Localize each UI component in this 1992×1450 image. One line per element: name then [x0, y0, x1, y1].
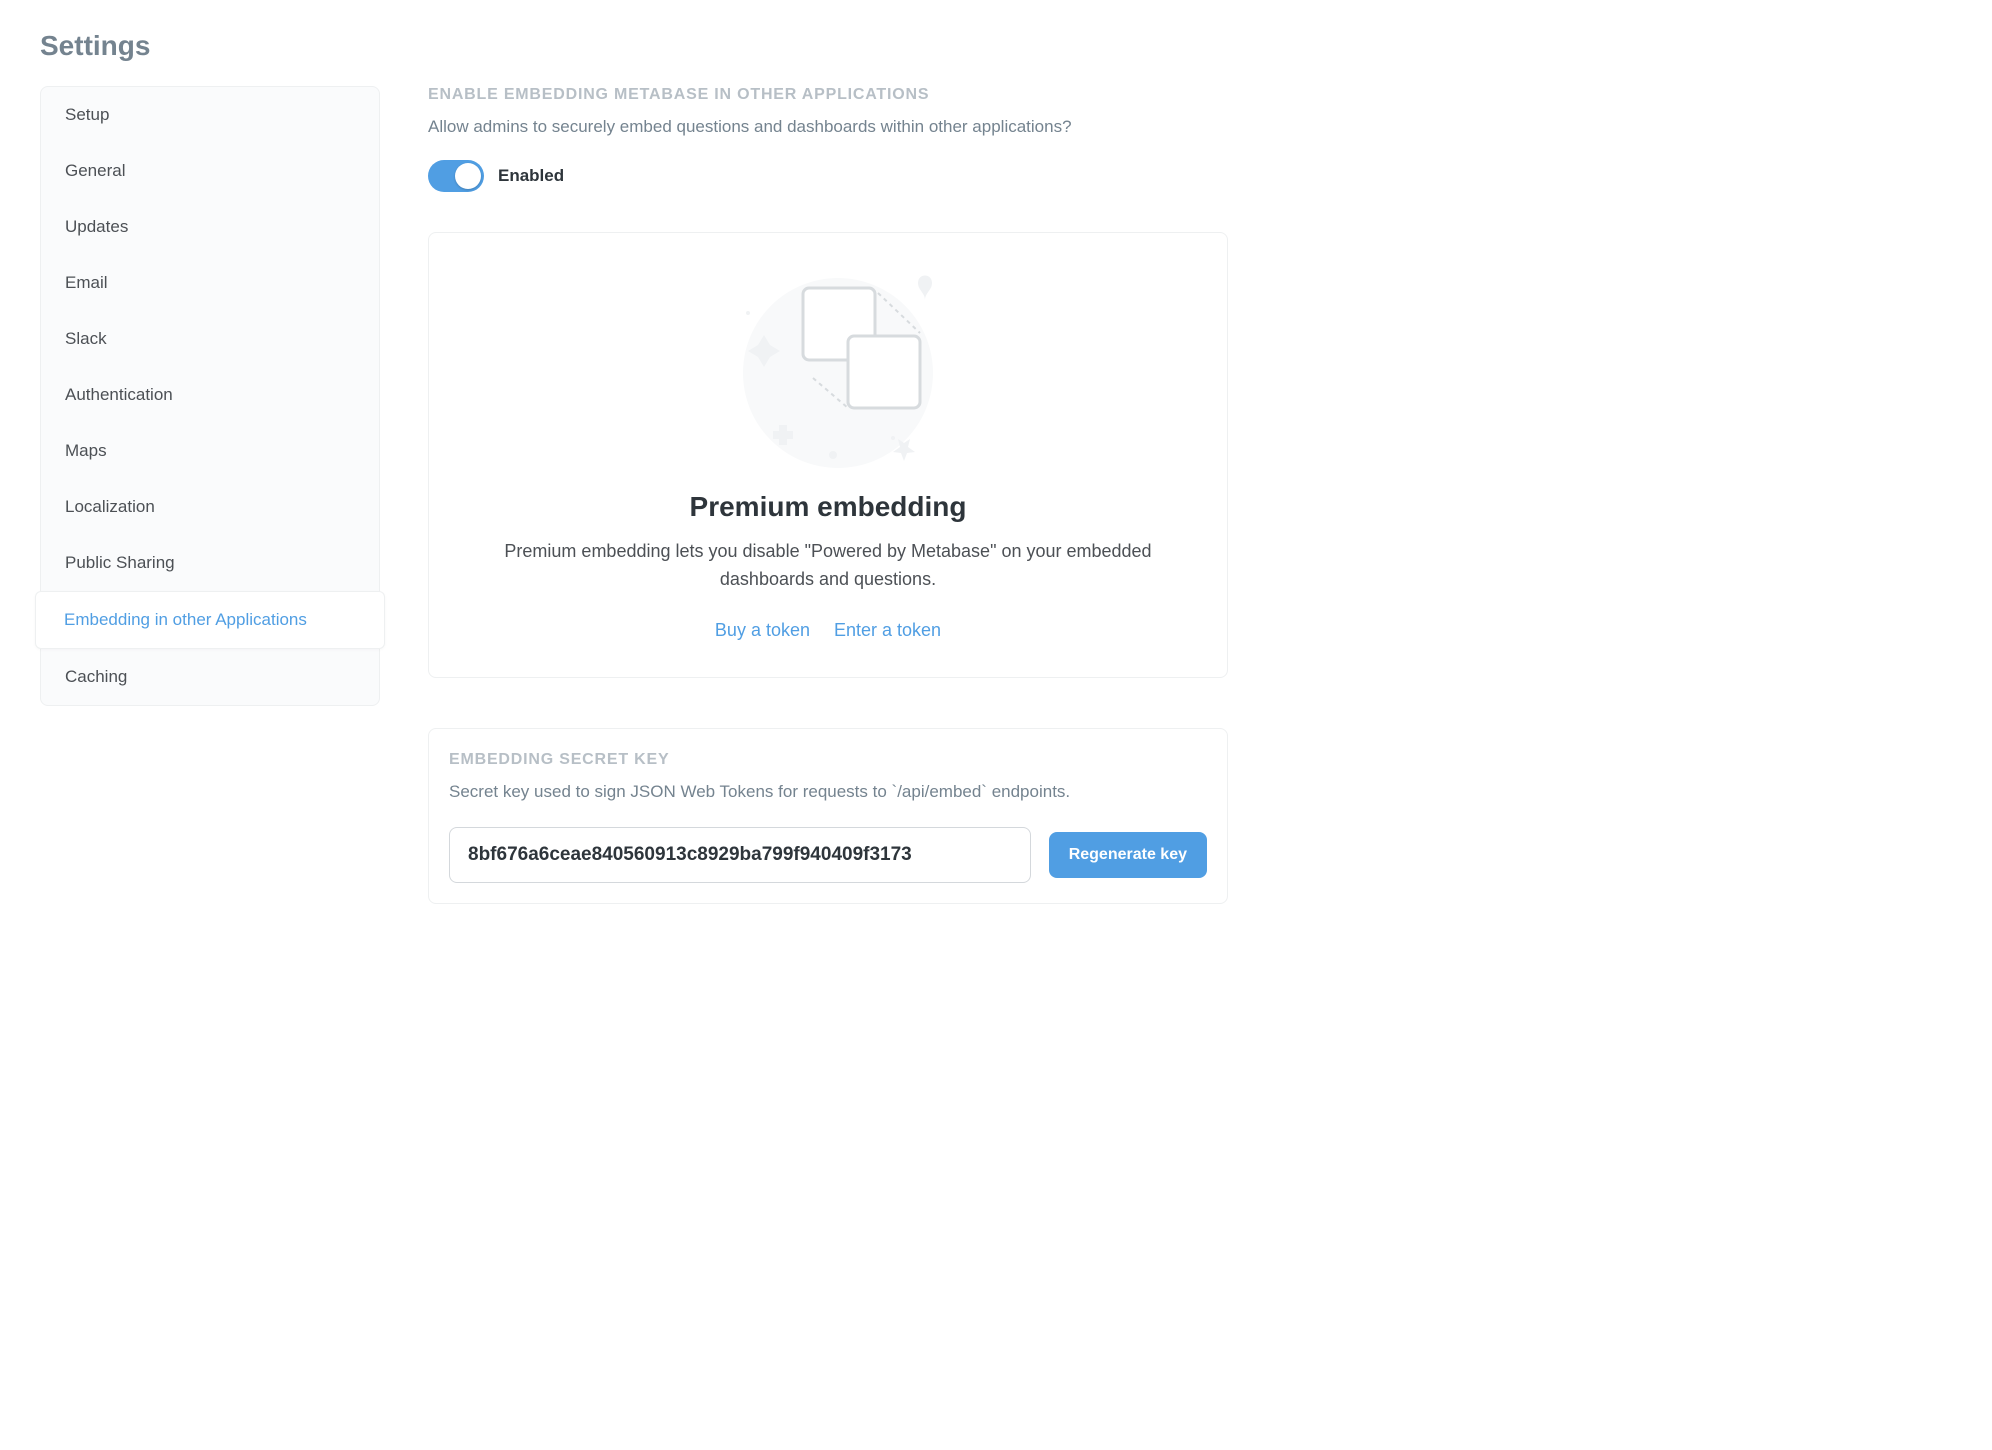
sidebar-item-label: Maps — [65, 441, 107, 460]
enable-embedding-title: ENABLE EMBEDDING METABASE IN OTHER APPLI… — [428, 86, 1228, 104]
embedding-secret-key-section: EMBEDDING SECRET KEY Secret key used to … — [428, 728, 1228, 904]
premium-embedding-card: Premium embedding Premium embedding lets… — [428, 232, 1228, 679]
sidebar-item-label: Caching — [65, 667, 127, 686]
settings-main: ENABLE EMBEDDING METABASE IN OTHER APPLI… — [428, 86, 1228, 904]
sidebar-item-label: Authentication — [65, 385, 173, 404]
toggle-knob — [455, 163, 481, 189]
enable-embedding-toggle[interactable] — [428, 160, 484, 192]
secret-key-title: EMBEDDING SECRET KEY — [449, 751, 1207, 769]
regenerate-key-button[interactable]: Regenerate key — [1049, 832, 1207, 878]
sidebar-item-caching[interactable]: Caching — [41, 649, 379, 705]
sidebar-item-updates[interactable]: Updates — [41, 199, 379, 255]
sidebar-item-general[interactable]: General — [41, 143, 379, 199]
sidebar-item-maps[interactable]: Maps — [41, 423, 379, 479]
sidebar-item-localization[interactable]: Localization — [41, 479, 379, 535]
embedding-illustration-icon — [718, 263, 938, 473]
sidebar-item-embedding[interactable]: Embedding in other Applications — [35, 591, 385, 649]
sidebar-item-label: General — [65, 161, 125, 180]
sidebar-item-label: Setup — [65, 105, 109, 124]
sidebar-item-label: Public Sharing — [65, 553, 175, 572]
enable-embedding-desc: Allow admins to securely embed questions… — [428, 114, 1228, 140]
secret-key-desc: Secret key used to sign JSON Web Tokens … — [449, 779, 1207, 805]
sidebar-item-label: Localization — [65, 497, 155, 516]
enter-token-link[interactable]: Enter a token — [834, 620, 941, 641]
sidebar-item-label: Embedding in other Applications — [64, 610, 307, 629]
buy-token-link[interactable]: Buy a token — [715, 620, 810, 641]
page-title: Settings — [40, 30, 1952, 62]
settings-sidebar: Setup General Updates Email Slack Authenticat… — [40, 86, 380, 706]
secret-key-input[interactable] — [449, 827, 1031, 883]
enable-embedding-toggle-label: Enabled — [498, 166, 564, 186]
sidebar-item-setup[interactable]: Setup — [41, 87, 379, 143]
sidebar-item-authentication[interactable]: Authentication — [41, 367, 379, 423]
premium-embedding-desc: Premium embedding lets you disable "Powe… — [469, 537, 1187, 595]
sidebar-item-slack[interactable]: Slack — [41, 311, 379, 367]
sidebar-item-public-sharing[interactable]: Public Sharing — [41, 535, 379, 591]
sidebar-item-label: Slack — [65, 329, 107, 348]
sidebar-item-label: Updates — [65, 217, 128, 236]
sidebar-item-label: Email — [65, 273, 108, 292]
premium-embedding-title: Premium embedding — [469, 491, 1187, 523]
sidebar-item-email[interactable]: Email — [41, 255, 379, 311]
